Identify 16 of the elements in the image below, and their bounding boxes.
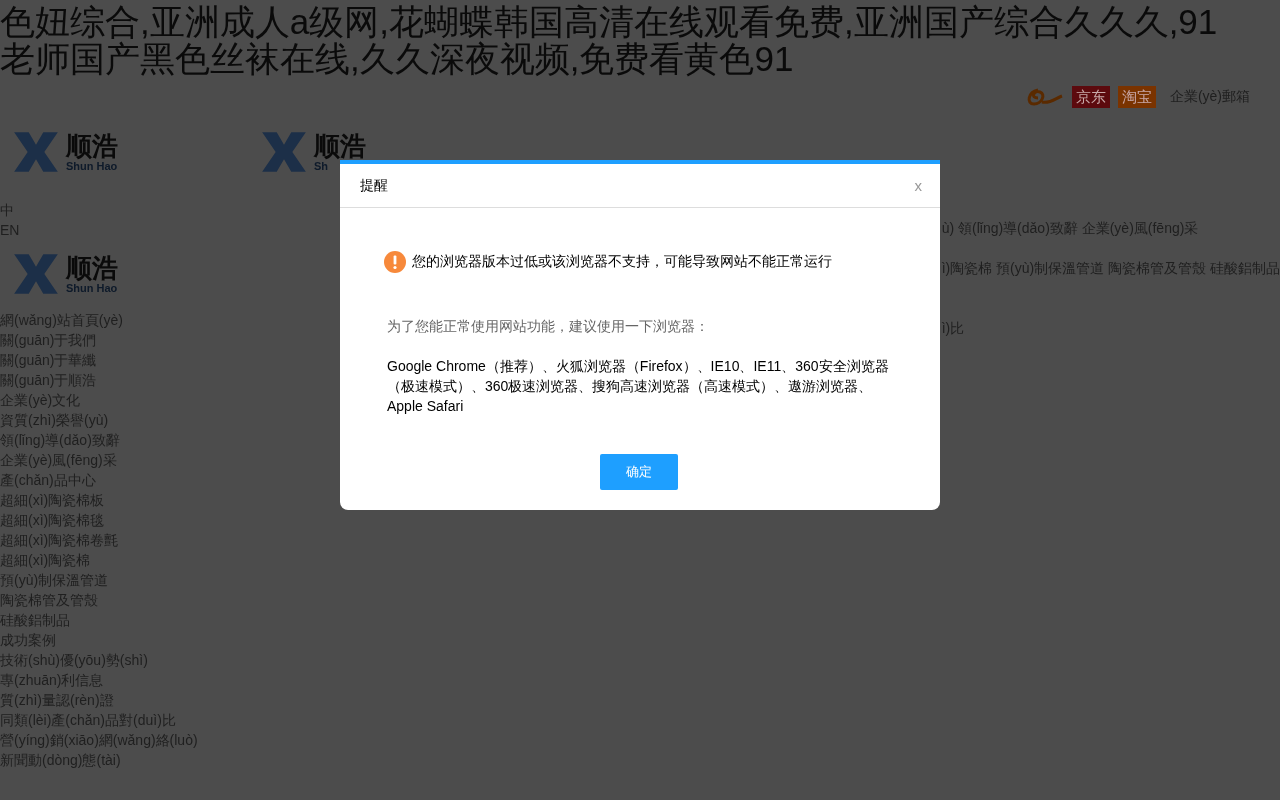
advice-text: 为了您能正常使用网站功能，建议使用一下浏览器： [387,318,710,336]
logo-subtitle: Shun Hao [66,282,118,294]
logo-name: 顺浩 [66,132,118,160]
warning-icon [384,251,406,273]
dialog-title: 提醒 [360,176,388,195]
page-title: 色妞综合,亚洲成人a级网,花蝴蝶韩国高清在线观看免费,亚洲国产综合久久久,91老师国产黑色丝袜在线,久久深夜视频,免费看黄色91 [0,1,1219,77]
logo-subtitle: Shun Hao [66,160,118,172]
confirm-button[interactable]: 确定 [599,454,678,490]
store-link[interactable]: 淘宝 [1117,86,1156,108]
browser-list: Google Chrome（推荐）、火狐浏览器（Firefox）、IE10、IE11、360安全浏览器（极速模式）、360极速浏览器、搜狗高速浏览器（高速模式）、遨游浏览器、Apple Safari [387,356,897,416]
logo-name: 顺浩 [314,132,366,160]
close-button[interactable]: x [914,177,922,194]
warning-message: 您的浏览器版本过低或该浏览器不支持，可能导致网站不能正常运行 [412,253,832,271]
logo-name: 顺浩 [66,254,118,282]
store-link[interactable]: 京东 [1071,86,1110,108]
logo-subtitle: Sh [314,160,330,172]
